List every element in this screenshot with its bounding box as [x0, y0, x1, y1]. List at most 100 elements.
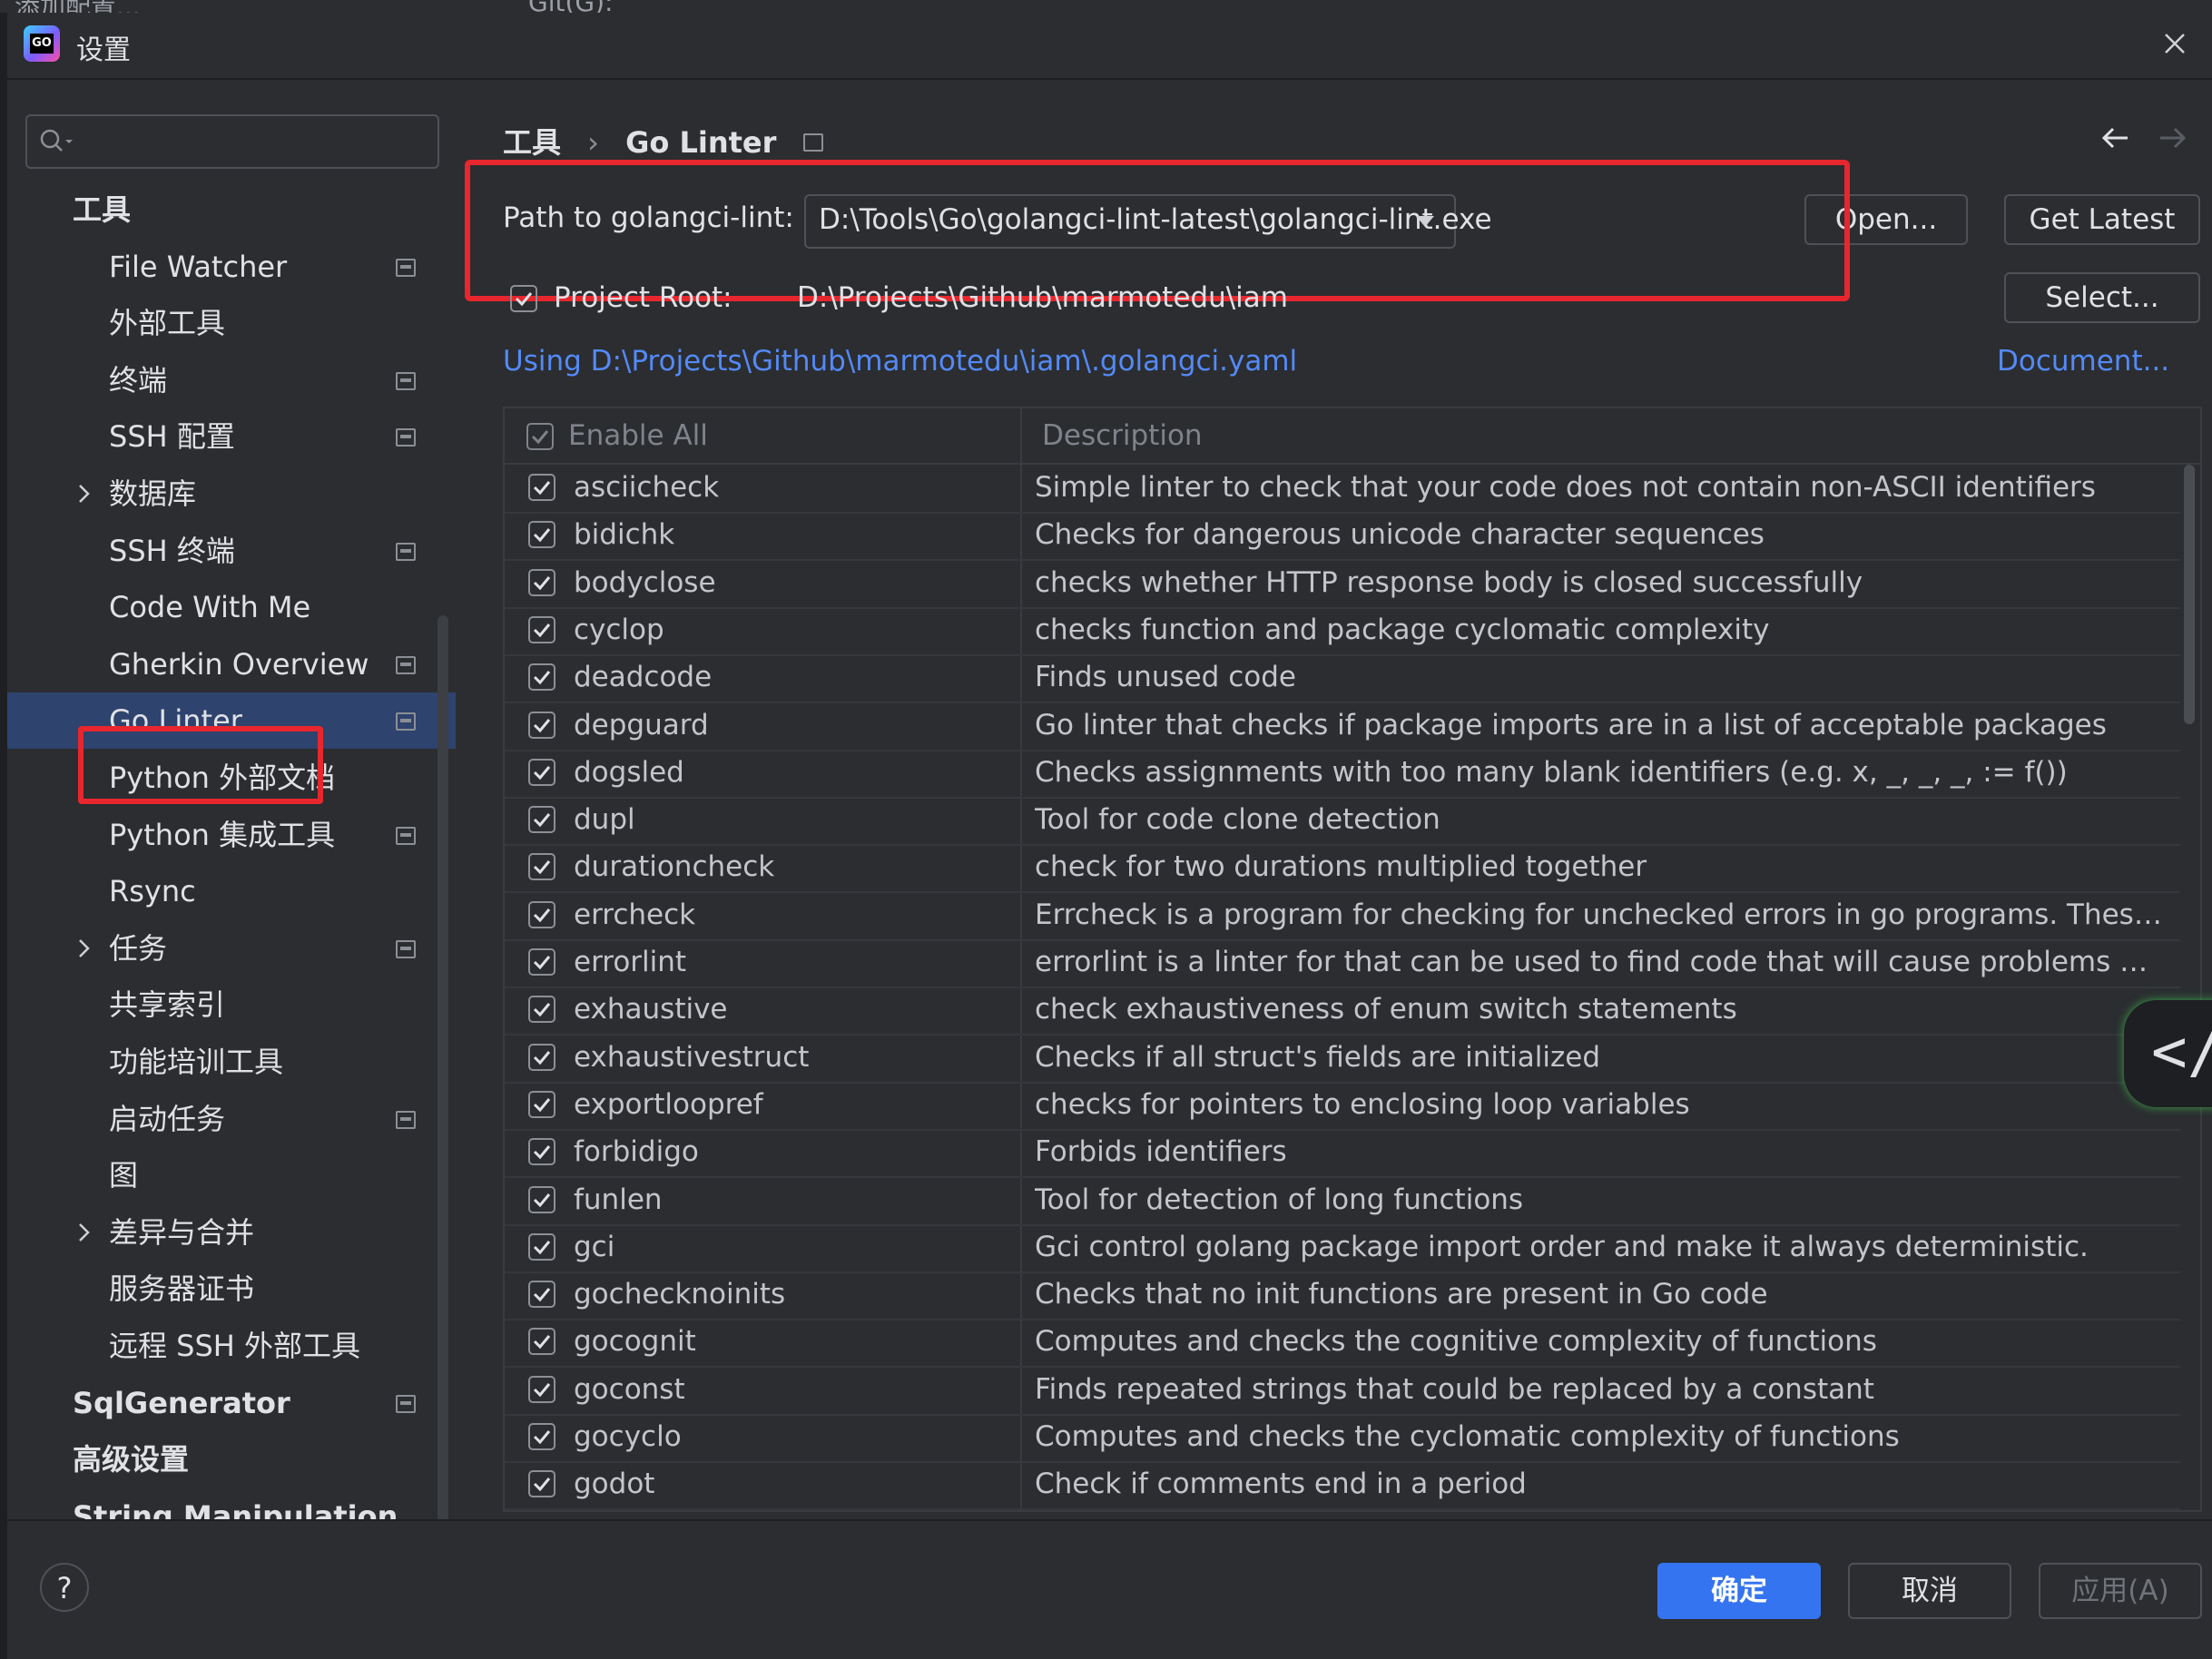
- sidebar-item[interactable]: SqlGenerator: [7, 1375, 456, 1431]
- floating-code-widget[interactable]: </: [2124, 1000, 2212, 1107]
- linter-enabled-checkbox[interactable]: [528, 901, 555, 928]
- table-row[interactable]: deadcode Finds unused code: [505, 654, 2180, 703]
- help-button[interactable]: ?: [40, 1563, 89, 1612]
- chevron-right-icon[interactable]: [73, 1221, 94, 1244]
- linter-enabled-checkbox[interactable]: [528, 569, 555, 596]
- sidebar-scrollbar[interactable]: [437, 615, 448, 1523]
- table-row[interactable]: godot Check if comments end in a period: [505, 1461, 2180, 1510]
- table-row[interactable]: dupl Tool for code clone detection: [505, 797, 2180, 846]
- table-row[interactable]: dogsled Checks assignments with too many …: [505, 750, 2180, 799]
- table-row[interactable]: cyclop checks function and package cyclom…: [505, 607, 2180, 656]
- sidebar-item[interactable]: 任务: [7, 920, 456, 977]
- settings-search-input[interactable]: [25, 114, 439, 169]
- sidebar-item[interactable]: Gherkin Overview: [7, 636, 456, 692]
- pin-icon: [396, 259, 416, 277]
- sidebar-item[interactable]: Python 集成工具: [7, 807, 456, 863]
- table-row[interactable]: funlen Tool for detection of long functio…: [505, 1177, 2180, 1226]
- table-row[interactable]: goconst Finds repeated strings that could…: [505, 1367, 2180, 1416]
- ok-button[interactable]: 确定: [1657, 1563, 1821, 1619]
- forward-arrow-icon[interactable]: [2155, 120, 2191, 156]
- linter-enabled-checkbox[interactable]: [528, 1470, 555, 1497]
- table-scrollbar[interactable]: [2184, 465, 2195, 724]
- sidebar-item[interactable]: 高级设置: [7, 1431, 456, 1487]
- table-row[interactable]: gocyclo Computes and checks the cyclomati…: [505, 1414, 2180, 1463]
- linter-enabled-checkbox[interactable]: [528, 853, 555, 880]
- back-arrow-icon[interactable]: [2097, 120, 2133, 156]
- column-header-description[interactable]: Description: [1042, 419, 1203, 452]
- search-field[interactable]: [82, 123, 430, 158]
- table-row[interactable]: errorlint errorlint is a linter for that …: [505, 939, 2180, 988]
- linter-enabled-checkbox[interactable]: [528, 1328, 555, 1355]
- linter-enabled-checkbox[interactable]: [528, 474, 555, 501]
- linter-enabled-checkbox[interactable]: [528, 1281, 555, 1308]
- linter-enabled-checkbox[interactable]: [528, 1233, 555, 1261]
- sidebar-item[interactable]: 差异与合并: [7, 1204, 456, 1261]
- breadcrumb-separator: ›: [587, 125, 599, 160]
- linter-enabled-checkbox[interactable]: [528, 663, 555, 691]
- sidebar-item[interactable]: 数据库: [7, 466, 456, 522]
- chevron-right-icon[interactable]: [73, 937, 94, 960]
- get-latest-button[interactable]: Get Latest: [2004, 194, 2200, 245]
- linter-enabled-checkbox[interactable]: [528, 1376, 555, 1403]
- project-root-checkbox[interactable]: [510, 285, 537, 312]
- sidebar-item[interactable]: File Watcher: [7, 239, 456, 295]
- table-row[interactable]: bodyclose checks whether HTTP response bo…: [505, 560, 2180, 609]
- pin-icon: [802, 133, 823, 152]
- pin-icon: [396, 1395, 416, 1413]
- apply-button[interactable]: 应用(A): [2039, 1563, 2202, 1619]
- sidebar-item[interactable]: 功能培训工具: [7, 1034, 456, 1090]
- table-row[interactable]: exhaustivestruct Checks if all struct's f…: [505, 1035, 2180, 1084]
- select-button[interactable]: Select...: [2004, 272, 2200, 323]
- sidebar-item[interactable]: 服务器证书: [7, 1261, 456, 1317]
- linter-description: Finds unused code: [1035, 661, 1296, 693]
- sidebar-item[interactable]: 启动任务: [7, 1091, 456, 1147]
- linter-name: dupl: [574, 803, 635, 836]
- sidebar-item[interactable]: 外部工具: [7, 295, 456, 351]
- table-row[interactable]: errcheck Errcheck is a program for checki…: [505, 892, 2180, 941]
- linter-enabled-checkbox[interactable]: [528, 1186, 555, 1213]
- table-row[interactable]: forbidigo Forbids identifiers: [505, 1129, 2180, 1178]
- linter-enabled-checkbox[interactable]: [528, 1423, 555, 1450]
- linter-enabled-checkbox[interactable]: [528, 1138, 555, 1165]
- linter-enabled-checkbox[interactable]: [528, 1044, 555, 1071]
- linter-enabled-checkbox[interactable]: [528, 806, 555, 833]
- close-icon[interactable]: [2157, 25, 2193, 62]
- chevron-right-icon[interactable]: [73, 482, 94, 506]
- linter-enabled-checkbox[interactable]: [528, 996, 555, 1023]
- sidebar-item[interactable]: 工具: [7, 182, 456, 238]
- table-row[interactable]: gochecknoinits Checks that no init functi…: [505, 1271, 2180, 1320]
- table-row[interactable]: gocognit Computes and checks the cognitiv…: [505, 1319, 2180, 1368]
- column-header-enable-all[interactable]: Enable All: [568, 419, 708, 452]
- linter-enabled-checkbox[interactable]: [528, 1091, 555, 1118]
- sidebar-item[interactable]: 图: [7, 1147, 456, 1203]
- sidebar-item[interactable]: 共享索引: [7, 977, 456, 1033]
- table-row[interactable]: depguard Go linter that checks if package…: [505, 702, 2180, 751]
- table-row[interactable]: asciicheck Simple linter to check that yo…: [505, 465, 2180, 514]
- linter-enabled-checkbox[interactable]: [528, 712, 555, 739]
- linter-enabled-checkbox[interactable]: [528, 616, 555, 643]
- pin-icon: [396, 1111, 416, 1129]
- sidebar-item[interactable]: Rsync: [7, 863, 456, 919]
- linter-enabled-checkbox[interactable]: [528, 759, 555, 786]
- enable-all-checkbox[interactable]: [526, 423, 554, 450]
- sidebar-item-label: 功能培训工具: [109, 1045, 284, 1079]
- cancel-button[interactable]: 取消: [1848, 1563, 2011, 1619]
- breadcrumb-parent[interactable]: 工具: [503, 125, 561, 160]
- sidebar-item-label: 外部工具: [109, 306, 226, 340]
- sidebar-item[interactable]: Code With Me: [7, 579, 456, 635]
- sidebar-item[interactable]: SSH 配置: [7, 408, 456, 465]
- sidebar-item[interactable]: 终端: [7, 352, 456, 408]
- table-row[interactable]: exhaustive check exhaustiveness of enum s…: [505, 987, 2180, 1036]
- table-row[interactable]: gci Gci control golang package import ord…: [505, 1224, 2180, 1273]
- add-configuration-label[interactable]: 添加配置...: [15, 0, 141, 13]
- table-row[interactable]: durationcheck check for two durations mul…: [505, 844, 2180, 893]
- linter-enabled-checkbox[interactable]: [528, 948, 555, 976]
- sidebar-item[interactable]: SSH 终端: [7, 523, 456, 579]
- table-row[interactable]: bidichk Checks for dangerous unicode char…: [505, 512, 2180, 561]
- config-file-link[interactable]: Using D:\Projects\Github\marmotedu\iam\.…: [503, 345, 1297, 378]
- sidebar-item-label: 图: [109, 1158, 139, 1193]
- sidebar-item[interactable]: 远程 SSH 外部工具: [7, 1318, 456, 1374]
- document-link[interactable]: Document...: [1997, 345, 2169, 378]
- linter-enabled-checkbox[interactable]: [528, 521, 555, 548]
- table-row[interactable]: exportloopref checks for pointers to encl…: [505, 1082, 2180, 1131]
